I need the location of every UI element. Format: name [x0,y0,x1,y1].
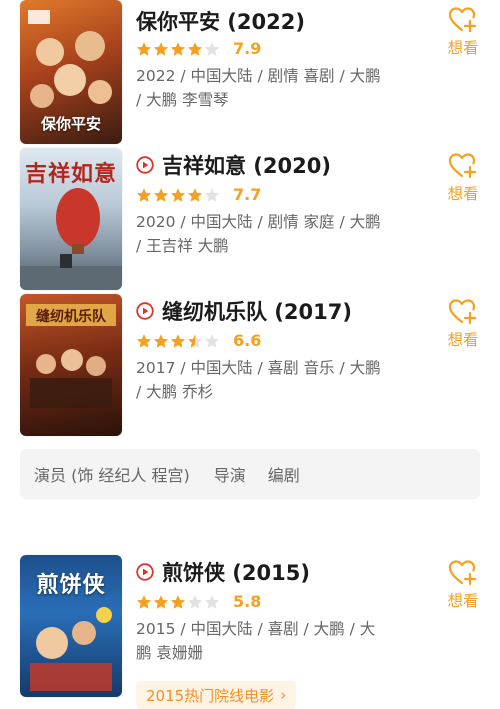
hot-movies-2015-link[interactable]: 2015热门院线电影 › [136,681,297,709]
want-to-watch-label: 想看 [447,331,479,349]
star-icon [136,187,152,202]
poster-title: 保你平安 [40,115,101,133]
movie-poster[interactable]: 保你平安 [20,0,122,144]
star-icon [153,41,169,56]
star-icon [136,333,152,348]
rating-score: 5.8 [233,592,262,611]
rating-score: 7.9 [233,39,262,58]
want-to-watch-button[interactable]: 想看 [440,150,486,204]
rating-score: 6.6 [233,331,262,350]
play-icon[interactable] [136,563,154,581]
movie-meta: 2015 / 中国大陆 / 喜剧 / 大鹏 / 大鹏 袁姗姗 [136,620,376,662]
star-icon [153,187,169,202]
rating-stars [136,333,221,349]
star-icon [136,41,152,56]
want-to-watch-button[interactable]: 想看 [440,557,486,611]
rating-score: 7.7 [233,185,262,204]
heart-plus-icon [448,299,477,325]
poster-title: 缝纫机乐队 [36,309,106,325]
chevron-right-icon: › [280,686,287,704]
movie-title[interactable]: 缝纫机乐队 (2017) [162,296,352,326]
role-filter-bar: 演员 (饰 经纪人 程宫) 导演 编剧 [20,449,480,499]
heart-plus-icon [448,7,477,33]
rating-stars [136,41,221,57]
want-to-watch-label: 想看 [447,592,479,610]
want-to-watch-button[interactable]: 想看 [440,4,486,58]
movie-title[interactable]: 保你平安 (2022) [136,6,305,36]
play-icon[interactable] [136,156,154,174]
star-icon [187,41,203,56]
movie-title[interactable]: 煎饼侠 (2015) [162,557,310,587]
star-icon [136,594,152,609]
poster-title: 吉祥如意 [24,161,117,187]
movie-meta: 2022 / 中国大陆 / 剧情 喜剧 / 大鹏 / 大鹏 李雪琴 [136,67,381,109]
chip-label: 2015热门院线电影 [146,686,275,705]
role-tab-director[interactable]: 导演 [214,462,246,486]
star-icon [187,594,203,609]
play-icon[interactable] [136,302,154,320]
star-icon [187,187,203,202]
star-icon [204,333,220,348]
movie-meta: 2020 / 中国大陆 / 剧情 家庭 / 大鹏 / 王吉祥 大鹏 [136,213,381,255]
star-icon [153,333,169,348]
heart-plus-icon [448,153,477,179]
movie-poster[interactable]: 缝纫机乐队 [20,294,122,436]
rating-stars [136,594,221,610]
movie-title[interactable]: 吉祥如意 (2020) [162,150,331,180]
star-icon [170,594,186,609]
star-icon [204,41,220,56]
star-icon [187,333,203,348]
heart-plus-icon [448,560,477,586]
poster-title: 煎饼侠 [36,572,106,598]
want-to-watch-label: 想看 [447,185,479,203]
movie-item[interactable]: 吉祥如意 吉祥如意 (2020) 7.7 2020 / 中国大陆 / 剧情 家庭… [0,148,500,290]
movie-meta: 2017 / 中国大陆 / 喜剧 音乐 / 大鹏 / 大鹏 乔杉 [136,359,381,401]
star-icon [170,41,186,56]
want-to-watch-label: 想看 [447,39,479,57]
movie-poster[interactable]: 吉祥如意 [20,148,122,290]
star-icon [153,594,169,609]
movie-item[interactable]: 保你平安 保你平安 (2022) 7.9 2022 / 中国大陆 / 剧情 喜剧… [0,0,500,146]
movie-item[interactable]: 缝纫机乐队 缝纫机乐队 (2017) 6.6 2017 / 中国大陆 / 喜剧 … [0,294,500,436]
role-tab-actor[interactable]: 演员 (饰 经纪人 程宫) [34,462,190,486]
role-tab-writer[interactable]: 编剧 [268,462,300,486]
star-icon [204,594,220,609]
movie-poster[interactable]: 煎饼侠 [20,555,122,697]
rating-stars [136,187,221,203]
want-to-watch-button[interactable]: 想看 [440,296,486,350]
star-icon [204,187,220,202]
star-icon [170,187,186,202]
star-icon [170,333,186,348]
